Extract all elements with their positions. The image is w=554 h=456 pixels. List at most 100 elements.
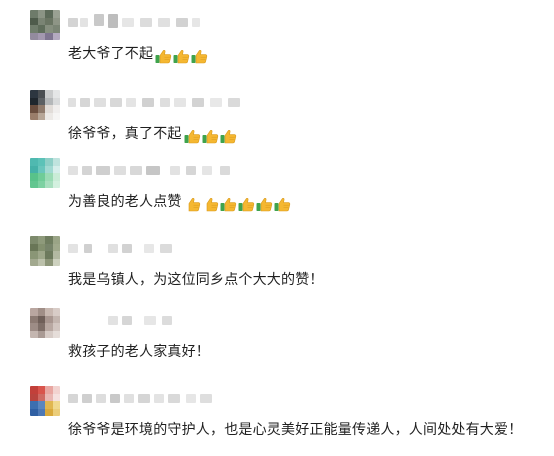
thumbs-up-icon: [256, 197, 273, 212]
avatar-pixel: [52, 32, 60, 40]
avatar-pixel: [52, 105, 60, 113]
avatar-pixel: [45, 10, 53, 18]
avatar-pixel: [45, 308, 53, 316]
avatar-pixel: [30, 97, 38, 105]
thumbs-up-icon: [274, 197, 291, 212]
avatar-pixel: [45, 401, 53, 409]
thumbs-up-icon: [173, 49, 190, 64]
avatar-pixel: [37, 386, 45, 394]
avatar-pixel: [45, 165, 53, 173]
avatar[interactable]: [30, 236, 60, 266]
avatar-pixel: [52, 408, 60, 416]
avatar-pixel: [45, 315, 53, 323]
avatar-pixel: [45, 25, 53, 33]
avatar-pixel: [30, 25, 38, 33]
avatar-pixel: [37, 25, 45, 33]
avatar-pixel: [52, 165, 60, 173]
avatar-pixel: [30, 251, 38, 259]
comment-item: 徐爷爷，真了不起: [0, 90, 554, 160]
avatar-pixel: [45, 158, 53, 166]
avatar-pixel: [30, 393, 38, 401]
comment-text: 徐爷爷，真了不起: [68, 124, 238, 146]
avatar-pixel: [37, 158, 45, 166]
avatar-pixel: [52, 112, 60, 120]
comment-item: 老大爷了不起: [0, 10, 554, 80]
avatar[interactable]: [30, 90, 60, 120]
thumbs-up-icon: [238, 197, 255, 212]
avatar-pixel: [37, 251, 45, 259]
avatar-pixel: [30, 243, 38, 251]
avatar-pixel: [30, 165, 38, 173]
comment-body: 徐爷爷，真了不起: [68, 126, 182, 142]
avatar-pixel: [45, 180, 53, 188]
avatar-pixel: [37, 10, 45, 18]
avatar-pixel: [45, 236, 53, 244]
avatar-pixel: [37, 236, 45, 244]
avatar-pixel: [52, 158, 60, 166]
emoji-row: [184, 194, 292, 214]
comment-text: 徐爷爷是环境的守护人，也是心灵美好正能量传递人，人间处处有大爱！: [68, 420, 522, 440]
comment-item: 徐爷爷是环境的守护人，也是心灵美好正能量传递人，人间处处有大爱！: [0, 386, 554, 456]
avatar-pixel: [45, 173, 53, 181]
emoji-row: [184, 126, 238, 146]
thumbs-up-icon: [202, 129, 219, 144]
avatar-pixel: [52, 315, 60, 323]
avatar-pixel: [52, 25, 60, 33]
avatar-pixel: [45, 393, 53, 401]
avatar-pixel: [45, 32, 53, 40]
comment-text: 老大爷了不起: [68, 44, 209, 66]
avatar-pixel: [37, 258, 45, 266]
avatar-pixel: [45, 97, 53, 105]
avatar-pixel: [37, 32, 45, 40]
avatar-pixel: [30, 408, 38, 416]
avatar-pixel: [37, 165, 45, 173]
avatar-pixel: [52, 251, 60, 259]
thumbs-up-icon: [220, 129, 237, 144]
avatar[interactable]: [30, 386, 60, 416]
avatar-pixel: [37, 180, 45, 188]
avatar-pixel: [52, 401, 60, 409]
thumbs-up-icon: [191, 49, 208, 64]
avatar-pixel: [30, 401, 38, 409]
avatar-pixel: [30, 17, 38, 25]
emoji-row: [155, 46, 209, 66]
comment-body: 救孩子的老人家真好！: [68, 344, 210, 360]
avatar-pixel: [52, 97, 60, 105]
avatar[interactable]: [30, 308, 60, 338]
avatar-pixel: [45, 330, 53, 338]
comment-text: 救孩子的老人家真好！: [68, 342, 210, 362]
thumbs-up-icon: [220, 197, 237, 212]
avatar-pixel: [45, 408, 53, 416]
comment-item: 救孩子的老人家真好！: [0, 308, 554, 378]
thumbs-up-icon: [184, 129, 201, 144]
avatar-pixel: [30, 258, 38, 266]
avatar-pixel: [45, 243, 53, 251]
comment-text: 我是乌镇人，为这位同乡点个大大的赞！: [68, 270, 324, 290]
avatar-pixel: [45, 90, 53, 98]
avatar-pixel: [45, 112, 53, 120]
comment-item: 我是乌镇人，为这位同乡点个大大的赞！: [0, 236, 554, 306]
avatar-pixel: [45, 105, 53, 113]
comment-text: 为善良的老人点赞: [68, 192, 292, 214]
comment-body: 为善良的老人点赞: [68, 194, 182, 210]
thumbs-up-icon: [184, 197, 201, 212]
avatar[interactable]: [30, 10, 60, 40]
avatar-pixel: [52, 386, 60, 394]
avatar-pixel: [37, 105, 45, 113]
avatar-pixel: [52, 17, 60, 25]
avatar-pixel: [37, 112, 45, 120]
avatar-pixel: [30, 330, 38, 338]
avatar-pixel: [30, 112, 38, 120]
avatar-pixel: [37, 401, 45, 409]
avatar-pixel: [52, 323, 60, 331]
avatar[interactable]: [30, 158, 60, 188]
avatar-pixel: [37, 243, 45, 251]
avatar-pixel: [37, 330, 45, 338]
comment-body: 徐爷爷是环境的守护人，也是心灵美好正能量传递人，人间处处有大爱！: [68, 422, 523, 438]
avatar-pixel: [37, 97, 45, 105]
thumbs-up-icon: [202, 197, 219, 212]
avatar-pixel: [37, 90, 45, 98]
avatar-pixel: [52, 330, 60, 338]
avatar-pixel: [30, 315, 38, 323]
avatar-pixel: [37, 173, 45, 181]
